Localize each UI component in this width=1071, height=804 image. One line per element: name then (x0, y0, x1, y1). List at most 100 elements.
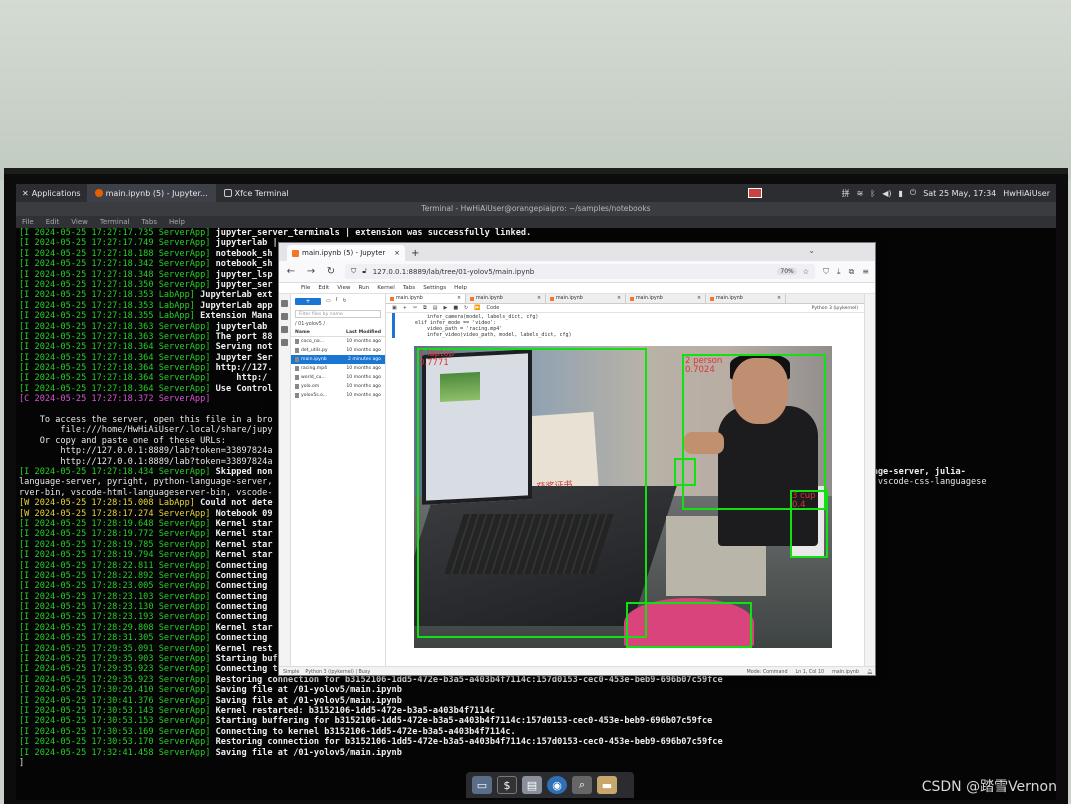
notebook-toolbar: ▣ + ✂ ⧉ ▤ ▶ ■ ↻ ⏩ Code Python 3 (ipykern… (386, 304, 864, 313)
terminal-menu-file[interactable]: File (22, 218, 34, 226)
stop-icon[interactable]: ■ (453, 305, 458, 311)
jupyter-menu-tabs[interactable]: Tabs (403, 285, 415, 291)
close-tab-icon[interactable]: × (777, 296, 781, 301)
new-folder-icon[interactable]: ▭ (326, 298, 331, 304)
battery-icon[interactable]: ▮ (898, 189, 902, 198)
close-tab-icon[interactable]: × (394, 249, 400, 257)
back-icon[interactable]: ← (285, 266, 297, 277)
desktop-icon[interactable]: ▭ (472, 776, 492, 794)
jupyter-menu-kernel[interactable]: Kernel (377, 285, 395, 291)
file-row[interactable]: main.ipynb 2 minutes ago (291, 355, 385, 364)
file-browser-icon[interactable] (281, 300, 288, 307)
new-launcher-button[interactable]: + (295, 297, 321, 305)
upload-icon[interactable]: ⭱ (336, 297, 338, 305)
wifi-icon[interactable]: ≋ (857, 189, 864, 198)
file-row[interactable]: racing.mp4 10 months ago (291, 364, 385, 373)
applications-menu[interactable]: ✕ Applications (16, 184, 87, 202)
file-icon (295, 366, 299, 371)
bookmark-star-icon[interactable]: ☆ (803, 268, 809, 276)
menu-icon[interactable]: ≡ (862, 267, 869, 277)
file-row[interactable]: det_utils.py 10 months ago (291, 346, 385, 355)
jupyter-menu-help[interactable]: Help (454, 285, 467, 291)
notebook-tab[interactable]: main.ipynb × (386, 294, 466, 303)
workspace-switcher[interactable] (747, 188, 762, 198)
list-tabs-icon[interactable]: ⌄ (808, 246, 815, 255)
terminal-menu-tabs[interactable]: Tabs (142, 218, 158, 226)
close-tab-icon[interactable]: × (537, 296, 541, 301)
column-name-header[interactable]: Name (295, 330, 310, 335)
status-mode: Mode: Command (746, 669, 788, 675)
web-browser-icon[interactable]: ◉ (547, 776, 567, 794)
run-icon[interactable]: ▶ (443, 305, 447, 311)
terminal-line-text: rver-bin, vscode-html-languageserver-bin… (19, 487, 273, 498)
cell-type-select[interactable]: Code (486, 305, 499, 311)
terminal-menu-edit[interactable]: Edit (46, 218, 60, 226)
file-row[interactable]: coco_na... 10 months ago (291, 337, 385, 346)
close-tab-icon[interactable]: × (697, 296, 701, 301)
new-tab-icon[interactable]: + (411, 248, 419, 259)
status-cursor-position[interactable]: Ln 1, Col 10 (796, 670, 825, 675)
save-icon[interactable]: ▣ (392, 305, 397, 311)
simple-mode-toggle[interactable]: Simple (283, 670, 299, 675)
paste-icon[interactable]: ▤ (433, 305, 438, 311)
file-browser-path[interactable]: / 01-yolov5 / (291, 320, 385, 329)
restart-icon[interactable]: ↻ (464, 305, 468, 311)
notebook-tab[interactable]: main.ipynb × (546, 294, 626, 303)
kernel-name[interactable]: Python 3 (ipykernel) (812, 306, 858, 311)
refresh-icon[interactable]: ↻ (343, 298, 347, 304)
file-manager-icon[interactable]: ▤ (522, 776, 542, 794)
notebook-tab-label: main.ipynb (396, 296, 423, 301)
jupyter-menu-edit[interactable]: Edit (318, 285, 329, 291)
jupyter-menu-view[interactable]: View (337, 285, 350, 291)
jupyter-menu-settings[interactable]: Settings (423, 285, 446, 291)
close-tab-icon[interactable]: × (457, 296, 461, 301)
terminal-launcher-icon[interactable]: $ (497, 776, 517, 794)
running-icon[interactable] (281, 313, 288, 320)
terminal-menu-help[interactable]: Help (169, 218, 185, 226)
taskbar-item-terminal[interactable]: Xfce Terminal (216, 184, 297, 202)
extension-icon[interactable] (281, 339, 288, 346)
terminal-menu-view[interactable]: View (71, 218, 88, 226)
pocket-icon[interactable]: ⛉ (823, 267, 829, 277)
search-icon[interactable]: ⌕ (572, 776, 592, 794)
fast-forward-icon[interactable]: ⏩ (474, 305, 480, 311)
zoom-indicator[interactable]: 70% (777, 268, 797, 275)
panel-user[interactable]: HwHiAiUser (1003, 189, 1050, 198)
file-row[interactable]: world_cu... 10 months ago (291, 373, 385, 382)
file-row[interactable]: yolov5s.o... 10 months ago (291, 391, 385, 400)
firefox-tab[interactable]: main.ipynb (5) - Jupyter × (287, 245, 405, 261)
code-cell[interactable]: infer_camera(model, labels_dict, cfg) eli… (392, 313, 864, 338)
download-icon[interactable]: ⤓ (837, 267, 841, 277)
notebook-tabs: main.ipynb × main.ipynb × main.ipynb × main.ip… (386, 294, 864, 304)
file-row[interactable]: yolo.om 10 months ago (291, 382, 385, 391)
reload-icon[interactable]: ↻ (325, 266, 337, 277)
url-bar[interactable]: ⛉ 🔓︎ 127.0.0.1:8889/lab/tree/01-yolov5/m… (345, 264, 816, 279)
notification-bell-icon[interactable]: 🔔︎ (867, 670, 873, 675)
panel-clock[interactable]: Sat 25 May, 17:34 (923, 189, 996, 198)
jupyter-menu-file[interactable]: File (301, 285, 310, 291)
toc-icon[interactable] (281, 326, 288, 333)
notebook-tab[interactable]: main.ipynb × (706, 294, 786, 303)
bluetooth-icon[interactable]: ᛒ (870, 189, 875, 198)
copy-icon[interactable]: ⧉ (423, 305, 427, 311)
terminal-menu-terminal[interactable]: Terminal (100, 218, 130, 226)
status-kernel[interactable]: Python 3 (ipykernel) | Busy (305, 670, 370, 675)
input-method-icon[interactable]: 拼 (842, 188, 850, 199)
xfce-dock: ▭ $ ▤ ◉ ⌕ ▬ (466, 772, 634, 798)
forward-icon[interactable]: → (305, 266, 317, 277)
notebook-tab[interactable]: main.ipynb × (626, 294, 706, 303)
volume-icon[interactable]: ◀) (882, 189, 891, 198)
close-tab-icon[interactable]: × (617, 296, 621, 301)
cut-icon[interactable]: ✂ (413, 305, 417, 311)
column-modified-header[interactable]: Last Modified (346, 330, 381, 335)
folder-icon[interactable]: ▬ (597, 776, 617, 794)
terminal-line: ] (19, 758, 1056, 768)
extensions-icon[interactable]: ⧉ (849, 267, 855, 277)
file-filter-input[interactable]: Filter files by name (295, 310, 381, 318)
jupyter-menu-run[interactable]: Run (359, 285, 370, 291)
power-icon[interactable]: ⏻ (910, 188, 916, 198)
notebook-tab[interactable]: main.ipynb × (466, 294, 546, 303)
add-cell-icon[interactable]: + (403, 305, 407, 311)
file-row-name-wrap: world_cu... (295, 375, 326, 380)
taskbar-item-firefox[interactable]: main.ipynb (5) - Jupyter... (86, 184, 216, 202)
